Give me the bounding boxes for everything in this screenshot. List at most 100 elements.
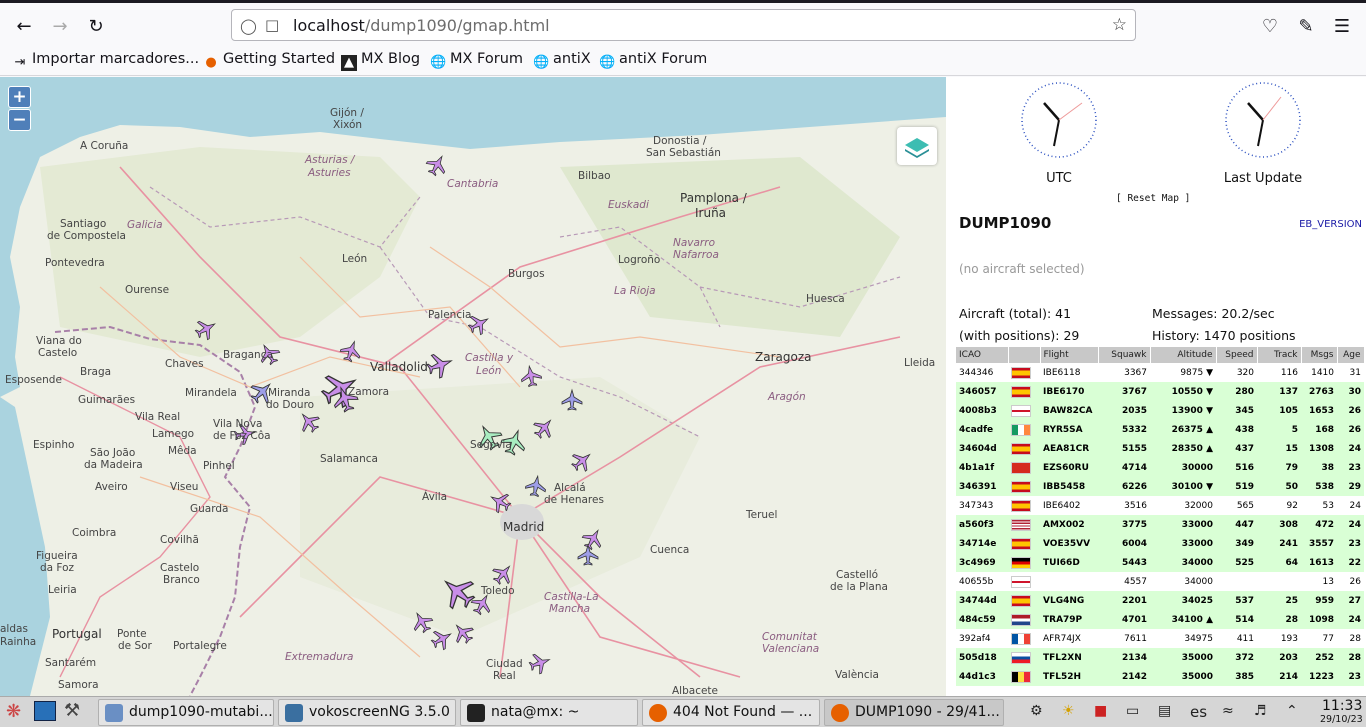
table-row[interactable]: 3c4969 TUI66D 5443 34000 525 64 1613 22 (956, 553, 1364, 572)
shield-icon[interactable]: ◯ (240, 17, 257, 35)
col-icao[interactable]: ICAO (956, 347, 1009, 363)
cell-flag (1008, 553, 1040, 572)
map-view[interactable]: Gijón / Xixón Asturias / Asturies Cantab… (0, 77, 946, 696)
table-row[interactable]: 34604d AEA81CR 5155 28350 ▲ 437 15 1308 24 (956, 439, 1364, 458)
col-squawk[interactable]: Squawk (1098, 347, 1151, 363)
zoom-in-button[interactable]: + (8, 86, 31, 108)
table-row[interactable]: 34714e VOE35VV 6004 33000 349 241 3557 23 (956, 534, 1364, 553)
cell-flight: AMX002 (1040, 515, 1098, 534)
cell-altitude: 35000 (1150, 667, 1216, 686)
col-speed[interactable]: Speed (1216, 347, 1258, 363)
table-row[interactable]: 44d1c3 TFL52H 2142 35000 385 214 1223 23 (956, 667, 1364, 686)
firefox-icon: ● (205, 55, 217, 70)
map-label: Ponte (117, 628, 147, 640)
start-menu-icon[interactable]: ❋ (6, 701, 28, 723)
version-link[interactable]: EB_VERSION (1299, 219, 1362, 230)
table-row[interactable]: 346391 IBB5458 6226 30100 ▼ 519 50 538 29 (956, 477, 1364, 496)
tray-expand-icon[interactable]: ⌃ (1286, 703, 1298, 719)
reset-map-link[interactable]: [ Reset Map ] (1116, 193, 1190, 204)
map-label: Segovia (470, 439, 512, 451)
table-row[interactable]: a560f3 AMX002 3775 33000 447 308 472 24 (956, 515, 1364, 534)
menu-icon[interactable]: ☰ (1328, 13, 1356, 41)
terminal-tray-icon[interactable]: ▭ (1126, 703, 1139, 719)
cell-flag (1008, 648, 1040, 667)
table-row[interactable]: 344346 IBE6118 3367 9875 ▼ 320 116 1410 31 (956, 363, 1364, 382)
settings-icon[interactable]: ⚙ (1030, 703, 1043, 719)
map-label: de Compostela (47, 230, 126, 242)
cell-icao: 40655b (959, 576, 994, 587)
cell-track: 105 (1257, 401, 1301, 420)
task-404[interactable]: 404 Not Found — ... (642, 699, 820, 726)
volume-icon[interactable]: ♬ (1254, 703, 1267, 719)
show-desktop-icon[interactable] (34, 701, 56, 721)
cell-msgs: 2763 (1301, 382, 1337, 401)
task-dump1090-folder[interactable]: dump1090-mutabi... (98, 699, 274, 726)
vokoscreen-icon (285, 704, 303, 722)
page-info-icon[interactable]: □ (265, 16, 279, 34)
cell-flight: BAW82CA (1040, 401, 1098, 420)
wifi-icon[interactable]: ≈ (1222, 703, 1234, 719)
map-label: A Coruña (80, 140, 129, 152)
col-msgs[interactable]: Msgs (1301, 347, 1338, 363)
map-label: aldas (0, 623, 28, 635)
table-row[interactable]: 505d18 TFL2XN 2134 35000 372 203 252 28 (956, 648, 1364, 667)
bookmark-getting-started[interactable]: ● Getting Started (203, 51, 335, 71)
table-row[interactable]: 4cadfe RYR5SA 5332 26375 ▲ 438 5 168 26 (956, 420, 1364, 439)
tools-icon[interactable]: ⚒ (64, 700, 80, 721)
cell-altitude: 34000 (1184, 576, 1213, 587)
bookmark-mx-forum[interactable]: 🌐 MX Forum (430, 51, 523, 71)
table-row[interactable]: 347343 IBE6402 3516 32000 565 92 53 24 (956, 496, 1364, 515)
table-row[interactable]: 34744d VLG4NG 2201 34025 537 25 959 27 (956, 591, 1364, 610)
task-dump1090-browser[interactable]: DUMP1090 - 29/41... (824, 699, 1004, 726)
col-track[interactable]: Track (1257, 347, 1302, 363)
cell-squawk: 6226 (1098, 477, 1150, 496)
bookmark-mx-blog[interactable]: ▲ MX Blog (341, 51, 420, 71)
task-terminal[interactable]: nata@mx: ~ (460, 699, 638, 726)
bookmark-star-icon[interactable]: ☆ (1112, 15, 1127, 35)
task-vokoscreen[interactable]: vokoscreenNG 3.5.0 (278, 699, 456, 726)
map-label: Euskadi (608, 199, 649, 211)
taskbar-clock-time[interactable]: 11:33 (1322, 698, 1362, 714)
update-icon[interactable]: ■ (1094, 703, 1107, 719)
map-label: Salamanca (320, 453, 378, 465)
map-label: Cantabria (447, 178, 499, 190)
bookmark-antix[interactable]: 🌐 antiX (533, 51, 591, 71)
keyboard-layout[interactable]: es (1190, 703, 1207, 721)
zoom-out-button[interactable]: − (8, 109, 31, 131)
forward-icon[interactable]: → (46, 13, 74, 41)
table-row[interactable]: 392af4 AFR74JX 7611 34975 411 193 77 28 (956, 629, 1364, 648)
cell-age: 22 (1337, 553, 1364, 572)
table-row[interactable]: 346057 IBE6170 3767 10550 ▼ 280 137 2763 30 (956, 382, 1364, 401)
cell-track: 137 (1257, 382, 1301, 401)
url-bar[interactable]: ◯ □ localhost/dump1090/gmap.html ☆ (231, 9, 1136, 41)
table-row[interactable]: 4008b3 BAW82CA 2035 13900 ▼ 345 105 1653 26 (956, 401, 1364, 420)
col-flag[interactable] (1008, 347, 1041, 363)
cell-track: 92 (1286, 500, 1298, 511)
map-label: Pamplona / (680, 191, 747, 205)
col-age[interactable]: Age (1337, 347, 1365, 363)
reload-icon[interactable]: ↻ (82, 13, 110, 41)
col-flight[interactable]: Flight (1040, 347, 1099, 363)
map-label: Miranda (268, 387, 311, 399)
taskbar-clock-date[interactable]: 29/10/23 (1320, 714, 1363, 725)
pocket-icon[interactable]: ♡ (1256, 13, 1284, 41)
cell-msgs: 38 (1301, 458, 1337, 477)
cell-icao: 346057 (956, 382, 1008, 401)
aircraft-table: ICAO Flight Squawk Altitude Speed Track … (956, 347, 1365, 686)
table-row[interactable]: 484c59 TRA79P 4701 34100 ▲ 514 28 1098 24 (956, 610, 1364, 629)
back-icon[interactable]: ← (10, 13, 38, 41)
layers-button[interactable] (897, 127, 937, 165)
bookmark-import[interactable]: ⇥ Importar marcadores... (12, 51, 200, 71)
weather-icon[interactable]: ☀ (1062, 703, 1075, 719)
table-row[interactable]: 40655b 4557 34000 13 26 (956, 572, 1364, 591)
bookmark-antix-forum[interactable]: 🌐 antiX Forum (599, 51, 707, 71)
map-label: Rainha (0, 636, 37, 648)
col-altitude[interactable]: Altitude (1150, 347, 1217, 363)
url-text[interactable]: localhost/dump1090/gmap.html (293, 16, 550, 35)
cell-msgs: 1613 (1301, 553, 1337, 572)
clipboard-icon[interactable]: ▤ (1158, 703, 1171, 719)
extensions-icon[interactable]: ✎ (1292, 13, 1320, 41)
country-flag-icon (1011, 632, 1031, 645)
map-label: Samora (58, 679, 99, 691)
table-row[interactable]: 4b1a1f EZS60RU 4714 30000 516 79 38 23 (956, 458, 1364, 477)
